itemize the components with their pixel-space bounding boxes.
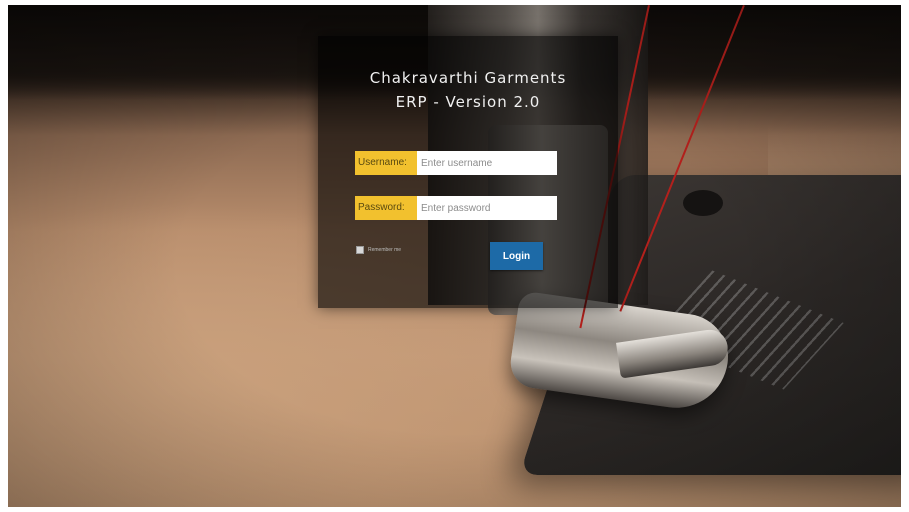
username-field: Username: — [355, 151, 557, 175]
password-input[interactable] — [417, 196, 557, 220]
password-field: Password: — [355, 196, 557, 220]
login-button[interactable]: Login — [490, 242, 543, 270]
username-input[interactable] — [417, 151, 557, 175]
remember-me[interactable]: Remember me — [356, 246, 401, 254]
username-label: Username: — [355, 151, 417, 175]
password-label: Password: — [355, 196, 417, 220]
remember-me-checkbox[interactable] — [356, 246, 364, 254]
remember-me-label: Remember me — [368, 247, 402, 253]
app-version: ERP - Version 2.0 — [395, 93, 541, 111]
login-screen: Chakravarthi Garments ERP - Version 2.0 … — [8, 5, 901, 507]
login-panel: Chakravarthi Garments ERP - Version 2.0 … — [318, 36, 618, 308]
app-title: Chakravarthi Garments — [369, 69, 567, 87]
